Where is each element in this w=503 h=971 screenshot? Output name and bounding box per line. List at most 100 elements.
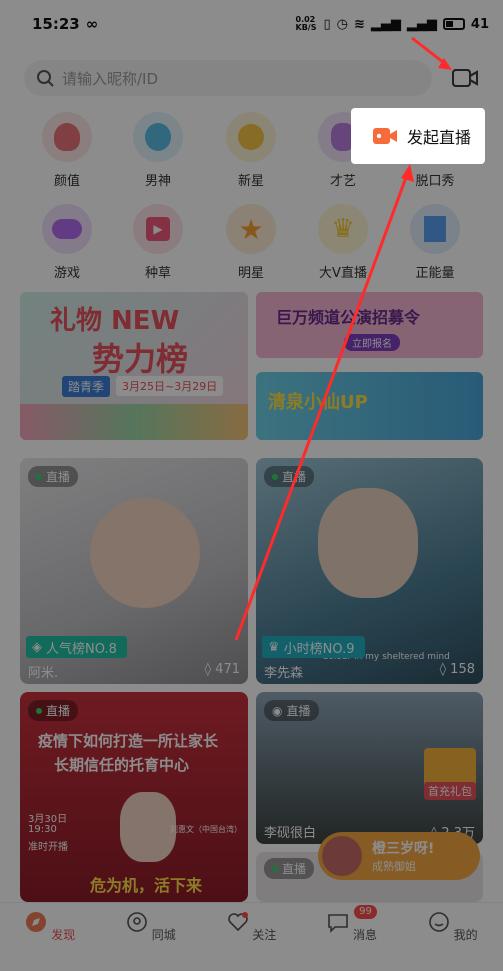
infinity-icon: ∞ <box>85 15 99 33</box>
tab-me[interactable]: 我的 <box>402 903 503 971</box>
live-dot-icon <box>36 473 42 480</box>
category-xinxing[interactable]: 新星 <box>211 112 291 189</box>
banner-qingquan-text: 清泉小仙UP <box>268 392 368 413</box>
card-title-line1: 疫情下如何打造一所让家长 <box>38 732 219 750</box>
banner-recruit[interactable]: 巨万频道公演招募令 立即报名 <box>256 292 483 358</box>
crown-icon: ♛ <box>268 639 280 655</box>
viewer-count: ◊ 471 <box>205 662 240 677</box>
tab-discover[interactable]: 发现 <box>0 903 101 971</box>
category-nanshen[interactable]: 男神 <box>118 112 198 189</box>
category-label: 才艺 <box>329 174 356 189</box>
category-youxi[interactable]: 游戏 <box>27 204 107 281</box>
gamepad-icon: ◉ <box>272 703 283 718</box>
live-card-1[interactable]: 直播 ◈ 人气榜NO.8 阿米. ◊ 471 <box>20 458 248 684</box>
video-camera-highlight-icon[interactable] <box>445 60 485 96</box>
battery-icon <box>442 18 465 30</box>
message-icon <box>328 914 348 933</box>
live-dot-icon <box>272 865 278 872</box>
banner-title: 礼物 NEW <box>50 306 180 336</box>
rank-badge: ◈ 人气榜NO.8 <box>26 636 127 658</box>
streamer-face <box>318 488 418 598</box>
start-live-icon <box>373 128 397 144</box>
card-time: 19:30 <box>28 824 57 835</box>
xinxing-icon <box>226 112 276 162</box>
card-title-line2: 长期信任的托育中心 <box>54 756 190 774</box>
banner-date: 3月25日~3月29日 <box>116 376 224 396</box>
search-bar[interactable]: 请输入昵称/ID <box>24 60 432 96</box>
category-yanzhi[interactable]: 颜值 <box>27 112 107 189</box>
first-recharge-label: 首充礼包 <box>424 782 476 800</box>
alarm-icon: ◷ <box>336 16 348 32</box>
live-tag-label: 直播 <box>46 704 71 718</box>
status-bar: 15:23 ∞ 0.02 KB/S ▯ ◷ ≋ ▂▄▆ ▂▄▆ 41 <box>0 0 503 48</box>
gamepad-icon <box>42 204 92 254</box>
floating-avatar <box>322 836 362 876</box>
category-label: 颜值 <box>53 174 80 189</box>
streamer-name: 李先森 <box>264 666 304 681</box>
building-icon <box>410 204 460 254</box>
discover-icon <box>26 912 47 932</box>
streamer-name: 李砚很白 <box>264 826 317 841</box>
rank-label: 小时榜NO.9 <box>283 641 355 657</box>
banner-flowers <box>20 404 248 440</box>
floating-streamer-pill[interactable]: 橙三岁呀! 成熟御姐 <box>318 832 480 880</box>
rank-label: 人气榜NO.8 <box>46 641 117 657</box>
zhongcao-icon: ▶ <box>133 204 183 254</box>
card-slogan: 危为机，活下来 <box>90 876 203 895</box>
category-zhongcao[interactable]: ▶ 种草 <box>118 204 198 281</box>
signal-icon: ▂▄▆ <box>370 16 401 32</box>
category-dav[interactable]: ♛ 大V直播 <box>303 204 383 281</box>
live-card-4[interactable]: ◉直播 首充礼包 李砚很白 ◊ 2.3万 <box>256 692 483 844</box>
flame-icon: ◊ <box>204 662 216 677</box>
tab-nearby[interactable]: 同城 <box>101 903 202 971</box>
tab-label: 消息 <box>352 928 377 942</box>
live-card-3[interactable]: 直播 疫情下如何打造一所让家长 长期信任的托育中心 3月30日 19:30 准时… <box>20 692 248 902</box>
live-tag: 直播 <box>28 700 79 721</box>
search-icon <box>37 70 54 87</box>
network-speed: 0.02 KB/S <box>295 15 317 32</box>
tab-follow[interactable]: 关注 <box>201 903 302 971</box>
fire-icon: ◈ <box>32 639 42 655</box>
bottom-tab-bar: 发现 同城 关注 99 消息 我的 <box>0 902 503 971</box>
category-label: 正能量 <box>415 266 455 281</box>
yanzhi-icon <box>42 112 92 162</box>
banner-season: 踏青季 <box>62 376 111 397</box>
live-tag-label: 直播 <box>282 470 307 484</box>
speaker-photo <box>120 792 176 862</box>
tab-label: 发现 <box>51 928 76 942</box>
viewer-count-value: 471 <box>215 662 240 677</box>
streamer-name: 阿米. <box>28 666 59 681</box>
live-tag-label: 直播 <box>286 704 311 718</box>
live-dot-icon <box>36 707 42 714</box>
tab-messages[interactable]: 99 消息 <box>302 903 403 971</box>
category-label: 男神 <box>144 174 171 189</box>
speaker-name: 刘惠文（中国台湾） <box>170 825 242 834</box>
live-card-2[interactable]: 直播 Colour in my sheltered mind ♛ 小时榜NO.9 … <box>256 458 483 684</box>
location-icon <box>127 912 147 932</box>
live-tag-label: 直播 <box>282 862 307 876</box>
heart-icon <box>227 912 248 932</box>
live-tag: ◉ 直播 <box>264 700 319 721</box>
live-tag: 直播 <box>264 466 315 487</box>
category-mingxing[interactable]: ★ 明星 <box>211 204 291 281</box>
signal-4g-icon: ▂▄▆ <box>406 16 437 32</box>
live-dot-icon <box>272 473 278 480</box>
banner-gift-ranking[interactable]: 礼物 NEW 势力榜 踏青季 3月25日~3月29日 <box>20 292 248 440</box>
nanshen-icon <box>133 112 183 162</box>
viewer-count-value: 158 <box>450 662 475 677</box>
viewer-count: ◊ 158 <box>440 662 475 677</box>
message-badge: 99 <box>354 905 377 919</box>
live-tag: 直播 <box>264 858 315 879</box>
start-live-popup[interactable]: 发起直播 <box>351 108 485 164</box>
category-label: 大V直播 <box>319 266 367 281</box>
banner-recruit-button: 立即报名 <box>344 334 400 351</box>
start-live-label: 发起直播 <box>407 128 472 147</box>
floating-sub: 成熟御姐 <box>372 860 416 873</box>
banner-recruit-text: 巨万频道公演招募令 <box>276 308 421 327</box>
flame-icon: ◊ <box>439 662 451 677</box>
category-zhengnengliang[interactable]: 正能量 <box>395 204 475 281</box>
banner-qingquan[interactable]: 清泉小仙UP <box>256 372 483 440</box>
crown-icon: ♛ <box>318 204 368 254</box>
tab-label: 同城 <box>151 928 176 942</box>
banner-subtitle: 势力榜 <box>92 340 189 378</box>
